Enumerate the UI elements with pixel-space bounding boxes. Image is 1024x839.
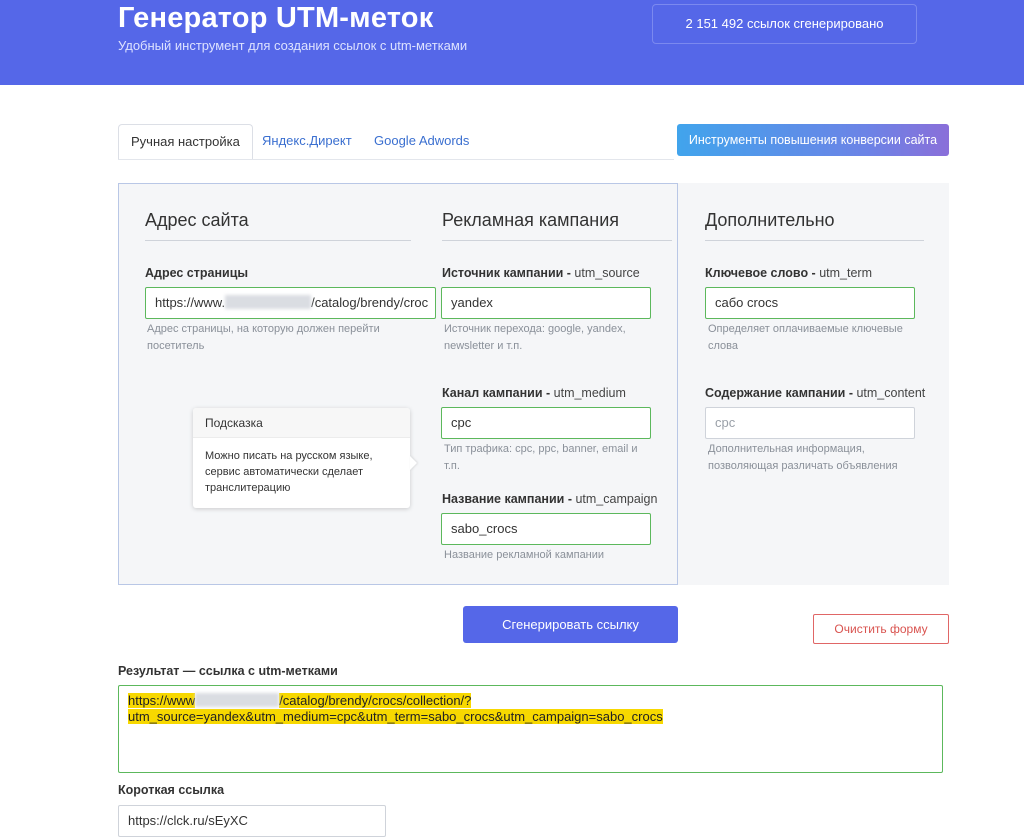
utm-medium-hint: Тип трафика: cpc, ppc, banner, email и т… (444, 443, 638, 472)
page-header: Генератор UTM-меток Удобный инструмент д… (0, 0, 1024, 85)
utm-term-hint: Определяет оплачиваемые ключевые слова (708, 323, 903, 352)
page-url-input[interactable]: https://www. /catalog/brendy/croc (145, 287, 436, 319)
utm-content-input[interactable]: cpc (705, 407, 915, 439)
tabs-divider (118, 159, 674, 160)
utm-term-label: Ключевое слово - utm_term (705, 266, 872, 280)
utm-medium-input[interactable]: cpc (441, 407, 651, 439)
section-title-extra: Дополнительно (705, 210, 835, 230)
tab-yandex-direct[interactable]: Яндекс.Директ (250, 124, 364, 160)
page-url-suffix: /catalog/brendy/croc (311, 295, 429, 310)
utm-medium-label: Канал кампании - utm_medium (442, 386, 626, 400)
result-label: Результат — ссылка с utm-метками (118, 664, 338, 678)
redacted-domain (225, 295, 312, 309)
result-url-params: utm_source=yandex&utm_medium=cpc&utm_ter… (128, 709, 663, 724)
utm-campaign-input[interactable]: sabo_crocs (441, 513, 651, 545)
tab-google-adwords[interactable]: Google Adwords (362, 124, 481, 160)
utm-campaign-label: Название кампании - utm_campaign (442, 492, 658, 506)
extra-form-panel (678, 183, 949, 585)
section-divider (442, 240, 672, 241)
section-divider (705, 240, 924, 241)
section-title-site: Адрес сайта (145, 210, 249, 230)
clear-form-button[interactable]: Очистить форму (813, 614, 949, 644)
short-link-label: Короткая ссылка (118, 783, 225, 797)
utm-content-hint: Дополнительная информация, позволяющая р… (708, 443, 898, 472)
generate-link-button[interactable]: Сгенерировать ссылку (463, 606, 678, 643)
result-url-prefix: https://www (128, 693, 196, 708)
page-title: Генератор UTM-меток (118, 2, 434, 34)
tab-manual[interactable]: Ручная настройка (118, 124, 253, 160)
page-url-prefix: https://www. (155, 295, 226, 310)
section-title-campaign: Рекламная кампания (442, 210, 620, 230)
utm-source-label: Источник кампании - utm_source (442, 266, 640, 280)
utm-campaign-hint: Название рекламной кампании (444, 549, 605, 561)
section-divider (145, 240, 411, 241)
utm-source-hint: Источник перехода: google, yandex, newsl… (444, 323, 626, 352)
tooltip-arrow (410, 456, 417, 470)
hint-tooltip: Подсказка Можно писать на русском языке,… (193, 408, 417, 508)
result-textarea[interactable]: https://www/catalog/brendy/crocs/collect… (118, 685, 943, 773)
page-url-hint: Адрес страницы, на которую должен перейт… (147, 323, 380, 352)
redacted-domain (195, 693, 280, 707)
tooltip-title: Подсказка (193, 408, 410, 438)
utm-term-input[interactable]: сабо crocs (705, 287, 915, 319)
utm-content-label: Содержание кампании - utm_content (705, 386, 926, 400)
short-link-input[interactable]: https://clck.ru/sEyXC (118, 805, 386, 837)
links-counter: 2 151 492 ссылок сгенерировано (652, 4, 917, 44)
page-url-label: Адрес страницы (145, 266, 249, 280)
utm-source-input[interactable]: yandex (441, 287, 651, 319)
result-url-path: /catalog/brendy/crocs/collection/? (279, 693, 472, 708)
tooltip-text: Можно писать на русском языке, сервис ав… (205, 450, 373, 494)
page-subtitle: Удобный инструмент для создания ссылок с… (118, 38, 468, 53)
conversion-tools-button[interactable]: Инструменты повышения конверсии сайта (677, 124, 949, 156)
